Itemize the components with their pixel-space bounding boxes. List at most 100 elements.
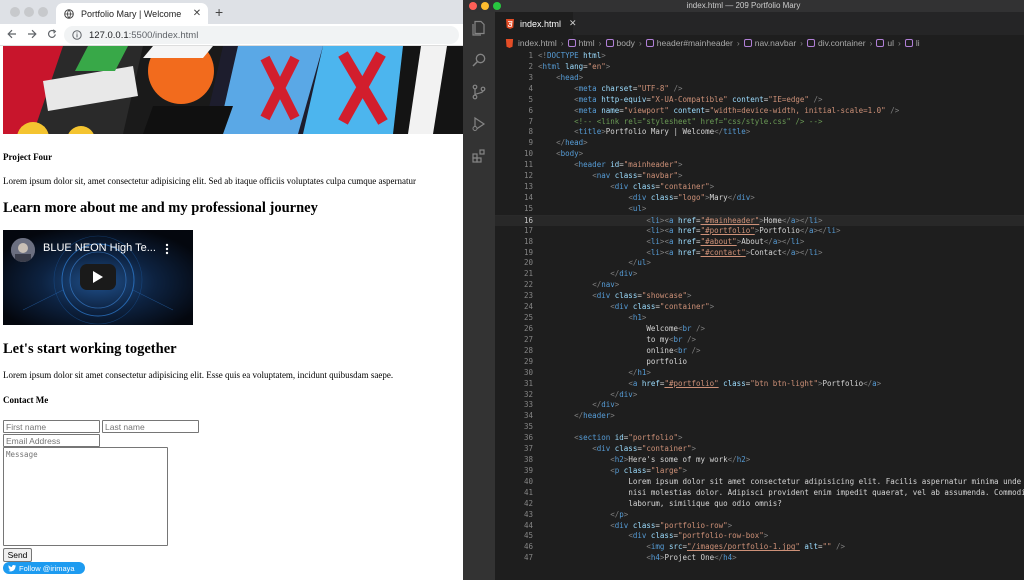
window-close-dot[interactable] — [10, 7, 20, 17]
code-line[interactable]: 16 <li><a href="#mainheader">Home</a></l… — [495, 214, 1024, 226]
code-line[interactable]: 29 portfolio — [495, 357, 1024, 368]
breadcrumb-item[interactable]: ul — [876, 38, 894, 48]
url-field[interactable]: 127.0.0.1:5500/index.html — [64, 26, 459, 44]
code-line[interactable]: 8 <title>Portfolio Mary | Welcome</title… — [495, 127, 1024, 138]
code-line[interactable]: 9 </head> — [495, 138, 1024, 149]
code-line[interactable]: 43 </p> — [495, 510, 1024, 521]
reload-icon[interactable] — [45, 27, 59, 41]
code-line[interactable]: 21 </div> — [495, 269, 1024, 280]
breadcrumb-item[interactable]: index.html — [505, 38, 557, 48]
code-line[interactable]: 10 <body> — [495, 149, 1024, 160]
breadcrumb-item[interactable]: header#mainheader — [645, 38, 733, 48]
code-line[interactable]: 24 <div class="container"> — [495, 302, 1024, 313]
email-input[interactable] — [3, 434, 100, 447]
code-line[interactable]: 32 </div> — [495, 390, 1024, 401]
code-line[interactable]: 30 </h1> — [495, 368, 1024, 379]
run-debug-icon[interactable] — [471, 116, 487, 132]
breadcrumb-item[interactable]: div.container — [807, 38, 866, 48]
code-line[interactable]: 15 <ul> — [495, 204, 1024, 215]
code-line[interactable]: 38 <h2>Here's some of my work</h2> — [495, 455, 1024, 466]
youtube-video-embed[interactable]: BLUE NEON High Te... — [3, 230, 193, 325]
work-text: Lorem ipsum dolor sit amet consectetur a… — [3, 370, 394, 380]
editor-tab-index-html[interactable]: index.html ✕ — [495, 12, 577, 35]
code-line[interactable]: 19 <li><a href="#contact">Contact</a></l… — [495, 248, 1024, 259]
code-line[interactable]: 42 laborum, similique quo odio omnis? — [495, 499, 1024, 510]
close-editor-tab-icon[interactable]: ✕ — [569, 18, 577, 29]
code-line[interactable]: 47 <h4>Project One</h4> — [495, 553, 1024, 564]
search-icon[interactable] — [471, 52, 487, 68]
code-line[interactable]: 18 <li><a href="#about">About</a></li> — [495, 237, 1024, 248]
send-button[interactable]: Send — [3, 548, 32, 562]
code-line[interactable]: 2 <html lang="en"> — [495, 62, 1024, 73]
code-line[interactable]: 14 <div class="logo">Mary</div> — [495, 193, 1024, 204]
back-arrow-icon[interactable] — [5, 27, 19, 41]
code-line[interactable]: 44 <div class="portfolio-row"> — [495, 521, 1024, 532]
message-textarea[interactable] — [3, 447, 168, 546]
source-control-icon[interactable] — [471, 84, 487, 100]
code-line[interactable]: 33 </div> — [495, 400, 1024, 411]
more-vertical-icon[interactable] — [165, 243, 169, 255]
explorer-icon[interactable] — [471, 20, 487, 36]
code-line[interactable]: 35 — [495, 422, 1024, 433]
line-number: 3 — [528, 72, 533, 82]
video-title[interactable]: BLUE NEON High Te... — [43, 242, 156, 254]
twitter-follow-button[interactable]: Follow @irimaya — [3, 562, 85, 574]
line-source: </header> — [574, 411, 615, 421]
code-line[interactable]: 13 <div class="container"> — [495, 182, 1024, 193]
code-line[interactable]: 11 <header id="mainheader"> — [495, 160, 1024, 171]
channel-avatar[interactable] — [11, 238, 35, 262]
breadcrumb-item[interactable]: html — [567, 38, 595, 48]
play-button[interactable] — [80, 264, 116, 290]
line-number: 25 — [523, 313, 533, 323]
editor-minimize-dot[interactable] — [481, 2, 489, 10]
window-zoom-dot[interactable] — [38, 7, 48, 17]
close-tab-icon[interactable]: ✕ — [190, 8, 204, 19]
code-line[interactable]: 34 </header> — [495, 411, 1024, 422]
first-name-input[interactable] — [3, 420, 100, 433]
window-minimize-dot[interactable] — [24, 7, 34, 17]
line-number: 43 — [523, 509, 533, 519]
code-line[interactable]: 39 <p class="large"> — [495, 466, 1024, 477]
code-line[interactable]: 41 nisi molestias dolor. Adipisci provid… — [495, 488, 1024, 499]
code-line[interactable]: 23 <div class="showcase"> — [495, 291, 1024, 302]
editor-zoom-dot[interactable] — [493, 2, 501, 10]
code-line[interactable]: 3 <head> — [495, 73, 1024, 84]
code-line[interactable]: 17 <li><a href="#portfolio">Portfolio</a… — [495, 226, 1024, 237]
code-line[interactable]: 26 Welcome<br /> — [495, 324, 1024, 335]
code-line[interactable]: 37 <div class="container"> — [495, 444, 1024, 455]
code-line[interactable]: 27 to my<br /> — [495, 335, 1024, 346]
line-source: <meta name="viewport" content="width=dev… — [574, 105, 900, 115]
code-line[interactable]: 7 <!-- <link rel="stylesheet" href="css/… — [495, 117, 1024, 128]
code-line[interactable]: 40 Lorem ipsum dolor sit amet consectetu… — [495, 477, 1024, 488]
new-tab-button[interactable]: + — [215, 4, 223, 20]
code-line[interactable]: 4 <meta charset="UTF-8" /> — [495, 84, 1024, 95]
code-line[interactable]: 22 </nav> — [495, 280, 1024, 291]
extensions-icon[interactable] — [471, 148, 487, 164]
forward-arrow-icon[interactable] — [25, 27, 39, 41]
breadcrumb-item[interactable]: nav.navbar — [743, 38, 796, 48]
code-line[interactable]: 20 </ul> — [495, 258, 1024, 269]
browser-tab[interactable]: Portfolio Mary | Welcome ✕ — [56, 3, 208, 24]
code-line[interactable]: 28 online<br /> — [495, 346, 1024, 357]
code-line[interactable]: 25 <h1> — [495, 313, 1024, 324]
line-source: <div class="portfolio-row"> — [610, 520, 733, 530]
line-number: 24 — [523, 302, 533, 312]
url-host: 127.0.0.1 — [89, 29, 129, 41]
line-number: 17 — [523, 225, 533, 235]
line-source: laborum, similique quo odio omnis? — [628, 498, 782, 508]
code-line[interactable]: 36 <section id="portfolio"> — [495, 433, 1024, 444]
breadcrumb-item[interactable]: li — [904, 38, 920, 48]
info-icon[interactable] — [72, 30, 82, 40]
last-name-input[interactable] — [102, 420, 199, 433]
breadcrumb-item[interactable]: body — [605, 38, 635, 48]
code-line[interactable]: 46 <img src="/images/portfolio-1.jpg" al… — [495, 542, 1024, 553]
line-source: <ul> — [628, 203, 647, 213]
code-line[interactable]: 1 <!DOCTYPE html> — [495, 51, 1024, 62]
code-area[interactable]: 1 <!DOCTYPE html> 2 <html lang="en"> 3 <head… — [495, 51, 1024, 580]
code-line[interactable]: 31 <a href="#portfolio" class="btn btn-l… — [495, 379, 1024, 390]
code-line[interactable]: 5 <meta http-equiv="X-UA-Compatible" con… — [495, 95, 1024, 106]
code-line[interactable]: 12 <nav class="navbar"> — [495, 171, 1024, 182]
code-line[interactable]: 6 <meta name="viewport" content="width=d… — [495, 106, 1024, 117]
editor-close-dot[interactable] — [469, 2, 477, 10]
code-line[interactable]: 45 <div class="portfolio-row-box"> — [495, 531, 1024, 542]
